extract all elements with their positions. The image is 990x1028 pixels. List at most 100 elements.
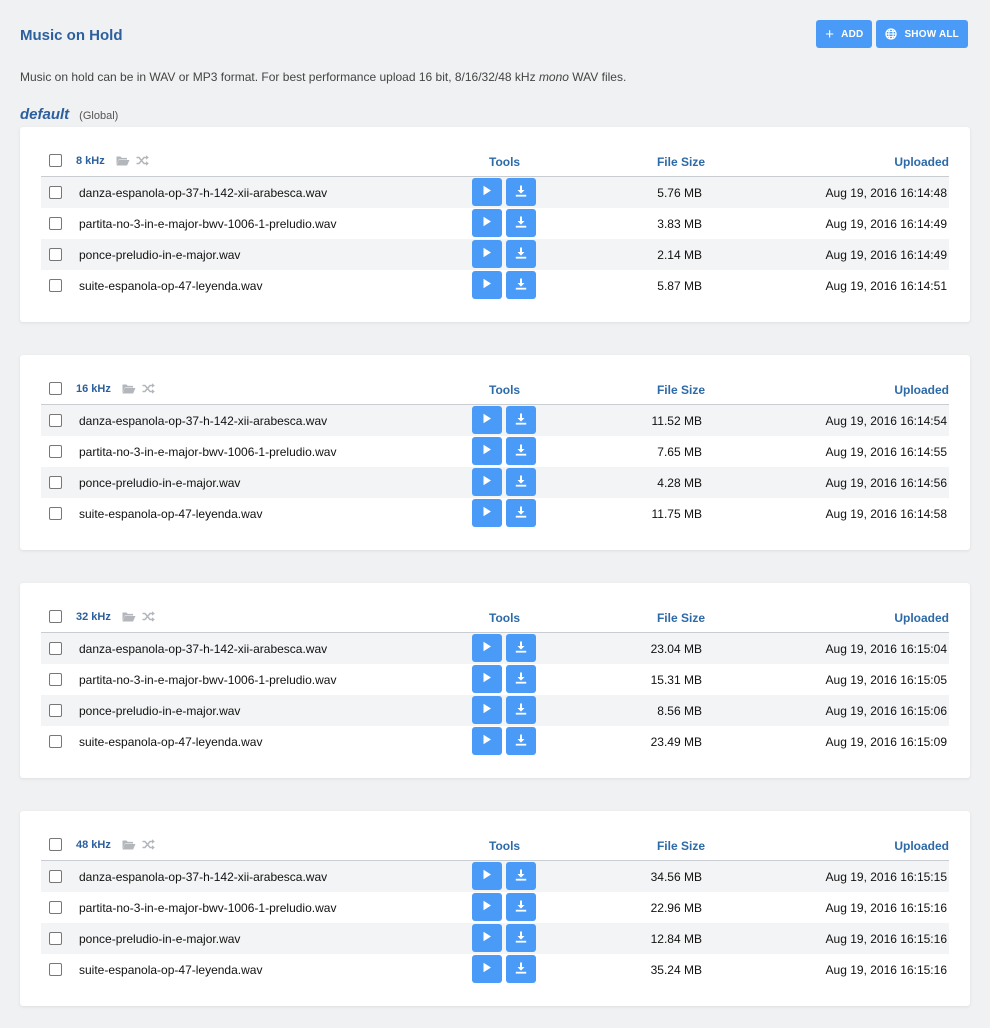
row-checkbox[interactable]	[49, 901, 62, 914]
play-button[interactable]	[472, 468, 502, 496]
folder-open-icon[interactable]	[122, 837, 136, 855]
play-button[interactable]	[472, 924, 502, 952]
folder-open-icon[interactable]	[122, 609, 136, 627]
download-button[interactable]	[506, 955, 536, 983]
select-all-checkbox[interactable]	[49, 154, 62, 167]
play-button[interactable]	[472, 271, 502, 299]
play-button[interactable]	[472, 893, 502, 921]
download-icon	[515, 185, 527, 200]
play-icon	[482, 641, 492, 655]
play-button[interactable]	[472, 955, 502, 983]
download-button[interactable]	[506, 209, 536, 237]
file-name: danza-espanola-op-37-h-142-xii-arabesca.…	[79, 186, 328, 200]
play-button[interactable]	[472, 499, 502, 527]
download-button[interactable]	[506, 178, 536, 206]
row-checkbox[interactable]	[49, 248, 62, 261]
download-button[interactable]	[506, 634, 536, 662]
table-row: danza-espanola-op-37-h-142-xii-arabesca.…	[41, 405, 949, 436]
row-checkbox[interactable]	[49, 932, 62, 945]
shuffle-icon[interactable]	[142, 381, 155, 399]
file-name: partita-no-3-in-e-major-bwv-1006-1-prelu…	[79, 901, 337, 915]
select-all-checkbox[interactable]	[49, 838, 62, 851]
row-checkbox[interactable]	[49, 673, 62, 686]
download-button[interactable]	[506, 406, 536, 434]
column-header-uploaded[interactable]: Uploaded	[894, 383, 949, 397]
column-header-tools: Tools	[489, 155, 521, 169]
row-checkbox[interactable]	[49, 735, 62, 748]
download-button[interactable]	[506, 727, 536, 755]
play-icon	[482, 247, 492, 261]
shuffle-icon[interactable]	[142, 609, 155, 627]
play-button[interactable]	[472, 240, 502, 268]
row-checkbox[interactable]	[49, 963, 62, 976]
column-header-file-size[interactable]: File Size	[657, 383, 705, 397]
download-button[interactable]	[506, 924, 536, 952]
select-all-checkbox[interactable]	[49, 610, 62, 623]
row-tools	[472, 862, 536, 890]
play-button[interactable]	[472, 406, 502, 434]
play-button[interactable]	[472, 634, 502, 662]
folder-open-icon[interactable]	[116, 153, 130, 171]
file-name: suite-espanola-op-47-leyenda.wav	[79, 279, 263, 293]
column-header-uploaded[interactable]: Uploaded	[894, 611, 949, 625]
row-checkbox[interactable]	[49, 414, 62, 427]
download-icon	[515, 672, 527, 687]
add-button-label: ADD	[841, 28, 864, 40]
play-button[interactable]	[472, 209, 502, 237]
shuffle-icon[interactable]	[142, 837, 155, 855]
shuffle-icon[interactable]	[136, 153, 149, 171]
play-button[interactable]	[472, 665, 502, 693]
row-checkbox[interactable]	[49, 279, 62, 292]
select-all-checkbox[interactable]	[49, 382, 62, 395]
download-button[interactable]	[506, 696, 536, 724]
upload-date: Aug 19, 2016 16:14:49	[825, 248, 947, 262]
row-checkbox[interactable]	[49, 507, 62, 520]
column-header-file-size[interactable]: File Size	[657, 611, 705, 625]
download-button[interactable]	[506, 437, 536, 465]
table-row: danza-espanola-op-37-h-142-xii-arabesca.…	[41, 861, 949, 892]
upload-date: Aug 19, 2016 16:14:55	[825, 445, 947, 459]
file-size: 15.31 MB	[650, 673, 702, 687]
play-button[interactable]	[472, 178, 502, 206]
row-checkbox[interactable]	[49, 870, 62, 883]
play-button[interactable]	[472, 696, 502, 724]
add-button[interactable]: + ADD	[816, 20, 873, 48]
upload-date: Aug 19, 2016 16:14:48	[825, 186, 947, 200]
column-header-file-size[interactable]: File Size	[657, 155, 705, 169]
folder-open-icon[interactable]	[122, 381, 136, 399]
row-checkbox[interactable]	[49, 704, 62, 717]
download-button[interactable]	[506, 468, 536, 496]
row-checkbox[interactable]	[49, 445, 62, 458]
play-button[interactable]	[472, 437, 502, 465]
play-button[interactable]	[472, 862, 502, 890]
row-checkbox[interactable]	[49, 476, 62, 489]
download-icon	[515, 413, 527, 428]
file-size: 22.96 MB	[650, 901, 702, 915]
row-checkbox[interactable]	[49, 186, 62, 199]
upload-date: Aug 19, 2016 16:15:04	[825, 642, 947, 656]
column-header-uploaded[interactable]: Uploaded	[894, 155, 949, 169]
play-button[interactable]	[472, 727, 502, 755]
file-name: ponce-preludio-in-e-major.wav	[79, 704, 241, 718]
context-scope: (Global)	[79, 110, 119, 122]
page: Music on Hold + ADD SHOW ALL Music on ho…	[0, 0, 990, 1028]
column-header-uploaded[interactable]: Uploaded	[894, 839, 949, 853]
row-tools	[472, 893, 536, 921]
download-button[interactable]	[506, 240, 536, 268]
download-button[interactable]	[506, 665, 536, 693]
header-icons	[116, 153, 149, 171]
column-header-file-size[interactable]: File Size	[657, 839, 705, 853]
show-all-button[interactable]: SHOW ALL	[876, 20, 968, 48]
download-icon	[515, 641, 527, 656]
upload-date: Aug 19, 2016 16:14:54	[825, 414, 947, 428]
download-button[interactable]	[506, 862, 536, 890]
row-checkbox[interactable]	[49, 642, 62, 655]
row-tools	[472, 468, 536, 496]
download-button[interactable]	[506, 499, 536, 527]
file-name: suite-espanola-op-47-leyenda.wav	[79, 735, 263, 749]
download-button[interactable]	[506, 893, 536, 921]
row-checkbox[interactable]	[49, 217, 62, 230]
stream-card-8-khz: 8 kHz Tools File Size Uploaded danza-esp…	[20, 127, 970, 322]
table-row: ponce-preludio-in-e-major.wav 8.56 MB Au…	[41, 695, 949, 726]
download-button[interactable]	[506, 271, 536, 299]
